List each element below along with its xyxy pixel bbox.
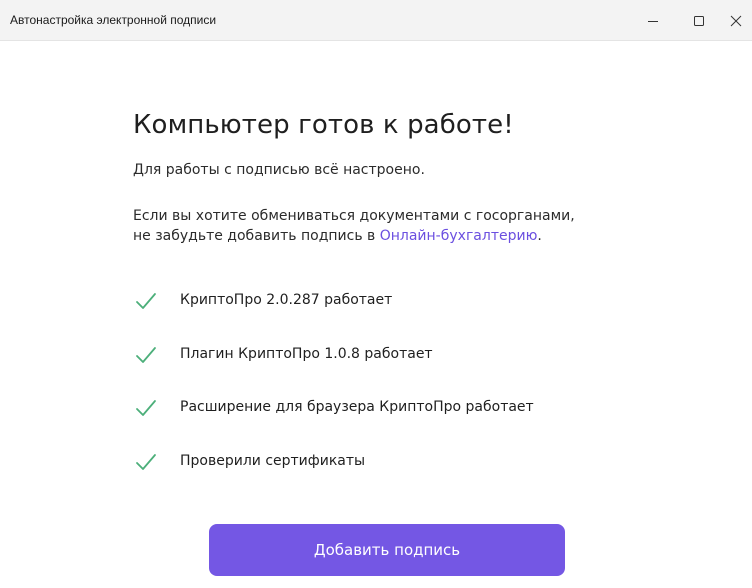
- check-icon: [136, 400, 156, 416]
- close-button[interactable]: [722, 0, 752, 41]
- info-text-line2: не забудьте добавить подпись в Онлайн-бу…: [133, 226, 542, 246]
- minimize-button[interactable]: [630, 0, 676, 41]
- check-label: КриптоПро 2.0.287 работает: [180, 292, 393, 308]
- check-item-certificates: Проверили сертификаты: [133, 451, 653, 475]
- check-label: Расширение для браузера КриптоПро работа…: [180, 399, 534, 415]
- info-text-line1: Если вы хотите обмениваться документами …: [133, 208, 575, 224]
- check-item-cryptopro: КриптоПро 2.0.287 работает: [133, 290, 653, 314]
- check-icon: [136, 347, 156, 363]
- add-signature-button[interactable]: Добавить подпись: [209, 524, 565, 576]
- check-label: Плагин КриптоПро 1.0.8 работает: [180, 346, 433, 362]
- check-icon: [136, 454, 156, 470]
- online-accounting-link[interactable]: Онлайн-бухгалтерию: [380, 228, 538, 244]
- check-icon: [136, 293, 156, 309]
- check-item-browser-extension: Расширение для браузера КриптоПро работа…: [133, 397, 653, 421]
- check-item-plugin: Плагин КриптоПро 1.0.8 работает: [133, 344, 653, 368]
- close-icon: [730, 15, 742, 26]
- status-text: Для работы с подписью всё настроено.: [133, 162, 425, 178]
- app-window: Автонастройка электронной подписи Компью…: [0, 0, 752, 588]
- info-text-suffix: .: [537, 228, 542, 244]
- maximize-button[interactable]: [676, 0, 722, 41]
- check-label: Проверили сертификаты: [180, 453, 366, 469]
- title-bar: Автонастройка электронной подписи: [0, 0, 752, 41]
- minimize-icon: [648, 20, 658, 22]
- maximize-icon: [694, 15, 704, 26]
- page-title: Компьютер готов к работе!: [133, 110, 514, 140]
- window-title: Автонастройка электронной подписи: [10, 13, 217, 27]
- info-text-prefix: не забудьте добавить подпись в: [133, 228, 380, 244]
